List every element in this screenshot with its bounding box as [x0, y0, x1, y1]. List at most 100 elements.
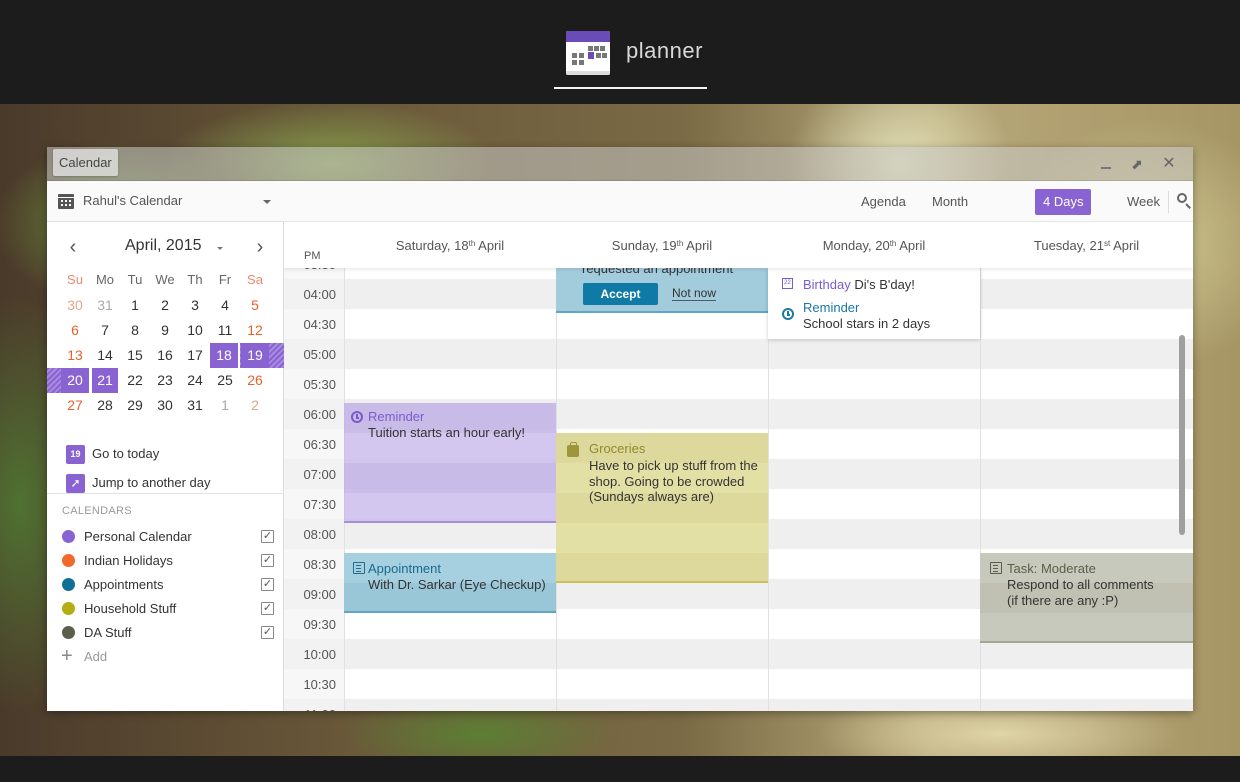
day-cell[interactable]: 1	[120, 293, 150, 318]
day-cell[interactable]: 26	[240, 368, 270, 393]
day-cell[interactable]: 9	[150, 318, 180, 343]
day-cell[interactable]: 11	[210, 318, 240, 343]
task-event[interactable]: Task: Moderate Respond to all comments (…	[980, 553, 1193, 643]
day-cell[interactable]: 6	[60, 318, 90, 343]
day-header[interactable]: Sunday, 19th April	[556, 238, 768, 253]
day-cell[interactable]: 14	[90, 343, 120, 368]
calendar-checkbox[interactable]: ✓	[261, 530, 274, 543]
reminder-item[interactable]: Reminder School stars in 2 days	[768, 300, 980, 334]
calendar-window: Calendar ⬈ ✕ Rahul's Calendar ‹ April, 2…	[47, 147, 1193, 711]
day-cell[interactable]: 31	[180, 393, 210, 418]
weekday-label: Mo	[95, 272, 115, 287]
shopping-bag-icon	[567, 442, 579, 457]
view-month-button[interactable]: Month	[924, 189, 976, 215]
calendar-checkbox[interactable]: ✓	[261, 554, 274, 567]
time-slot-row[interactable]: 05:00	[284, 339, 1193, 369]
jump-arrow-icon: ➚	[66, 474, 85, 493]
month-title[interactable]: April, 2015	[125, 237, 202, 255]
time-slot-row[interactable]: 05:30	[284, 369, 1193, 399]
view-toolbar: Agenda Month 4 Days Week	[284, 181, 1193, 222]
day-cell[interactable]: 4	[210, 293, 240, 318]
day-cell[interactable]: 27	[60, 393, 90, 418]
document-icon	[990, 562, 1002, 574]
day-cell[interactable]: 7	[90, 318, 120, 343]
calendar-checkbox[interactable]: ✓	[261, 626, 274, 639]
time-slot-row[interactable]: 10:00	[284, 639, 1193, 669]
day-cell[interactable]: 19	[241, 343, 269, 368]
reminder-text: School stars in 2 days	[803, 316, 931, 331]
add-calendar-button[interactable]: + Add	[47, 645, 284, 669]
time-label: 04:30	[303, 317, 336, 332]
day-header[interactable]: Monday, 20th April	[768, 238, 980, 253]
calendar-item[interactable]: Household Stuff ✓	[47, 597, 284, 621]
day-cell[interactable]: 16	[150, 343, 180, 368]
calendar-checkbox[interactable]: ✓	[261, 578, 274, 591]
day-cell[interactable]: 25	[210, 368, 240, 393]
view-week-button[interactable]: Week	[1119, 189, 1168, 215]
day-cell[interactable]: 29	[120, 393, 150, 418]
reminder-event[interactable]: Reminder Tuition starts an hour early!	[344, 403, 556, 523]
calendar-checkbox[interactable]: ✓	[261, 602, 274, 615]
calendar-item[interactable]: Appointments ✓	[47, 573, 284, 597]
time-slot-row[interactable]: 11:00	[284, 699, 1193, 711]
view-agenda-button[interactable]: Agenda	[853, 189, 914, 215]
day-cell[interactable]: 17	[180, 343, 210, 368]
calendar-item[interactable]: DA Stuff ✓	[47, 621, 284, 645]
period-label: PM	[304, 250, 321, 262]
restore-icon: ⬈	[1131, 156, 1143, 172]
next-month-button[interactable]: ›	[250, 235, 270, 259]
vertical-scrollbar[interactable]	[1179, 335, 1185, 535]
day-header[interactable]: Saturday, 18th April	[344, 238, 556, 253]
birthday-item[interactable]: 22 Birthday Di's B'day!	[768, 277, 980, 295]
day-cell[interactable]: 8	[120, 318, 150, 343]
go-to-today-button[interactable]: 19 Go to today	[47, 441, 284, 467]
time-slot-row[interactable]: 10:30	[284, 669, 1193, 699]
calendar-item[interactable]: Indian Holidays ✓	[47, 549, 284, 573]
groceries-event[interactable]: Groceries Have to pick up stuff from the…	[556, 433, 768, 583]
day-cell[interactable]: 21	[92, 368, 118, 393]
day-cell[interactable]: 13	[60, 343, 90, 368]
calendar-selector[interactable]: Rahul's Calendar	[47, 181, 284, 222]
calendar-item[interactable]: Personal Calendar ✓	[47, 525, 284, 549]
day-cell[interactable]: 30	[60, 293, 90, 318]
time-grid: 03:30 04:00 04:30 05:00 05:30 06:00 06:30 07:00…	[284, 268, 1193, 711]
close-button[interactable]: ✕	[1160, 155, 1178, 173]
view-4days-button[interactable]: 4 Days	[1035, 189, 1092, 215]
time-label: 04:00	[303, 287, 336, 302]
title-bar[interactable]: Calendar ⬈ ✕	[47, 147, 1193, 181]
day-headers: PM Saturday, 18th April Sunday, 19th Apri…	[284, 222, 1193, 268]
day-cell[interactable]: 20	[61, 368, 89, 393]
search-button[interactable]	[1174, 191, 1193, 213]
accept-button[interactable]: Accept	[583, 283, 658, 305]
prev-month-button[interactable]: ‹	[63, 235, 83, 259]
day-cell[interactable]: 15	[120, 343, 150, 368]
day-cell[interactable]: 18	[210, 343, 238, 368]
day-cell[interactable]: 1	[210, 393, 240, 418]
time-slot-row[interactable]: 04:30	[284, 309, 1193, 339]
day-cell[interactable]: 23	[150, 368, 180, 393]
day-cell[interactable]: 22	[120, 368, 150, 393]
event-title: Reminder	[368, 409, 425, 424]
day-cell[interactable]: 2	[150, 293, 180, 318]
appointment-request-event[interactable]: requested an appointment Accept Not now	[556, 268, 768, 313]
restore-button[interactable]: ⬈	[1128, 155, 1146, 173]
appointment-event[interactable]: Appointment With Dr. Sarkar (Eye Checkup…	[344, 553, 556, 613]
day-header[interactable]: Tuesday, 21st April	[980, 238, 1193, 253]
day-cell[interactable]: 2	[240, 393, 270, 418]
day-cell[interactable]: 12	[240, 318, 270, 343]
day-cell[interactable]: 24	[180, 368, 210, 393]
day-cell[interactable]: 30	[150, 393, 180, 418]
time-label: 10:30	[303, 677, 336, 692]
week-row: 20 21 22 23 24 25 26	[47, 368, 284, 393]
day-cell[interactable]: 3	[180, 293, 210, 318]
day-cell[interactable]: 10	[180, 318, 210, 343]
day-cell[interactable]: 31	[90, 293, 120, 318]
time-label: 09:00	[303, 587, 336, 602]
day-name: Sunday, 19	[611, 238, 677, 253]
not-now-link[interactable]: Not now	[672, 286, 717, 301]
calendar-grid-icon	[58, 194, 74, 209]
minimize-button[interactable]	[1097, 155, 1115, 173]
day-cell[interactable]: 5	[240, 293, 270, 318]
month-dropdown-icon[interactable]	[217, 247, 223, 250]
day-cell[interactable]: 28	[90, 393, 120, 418]
